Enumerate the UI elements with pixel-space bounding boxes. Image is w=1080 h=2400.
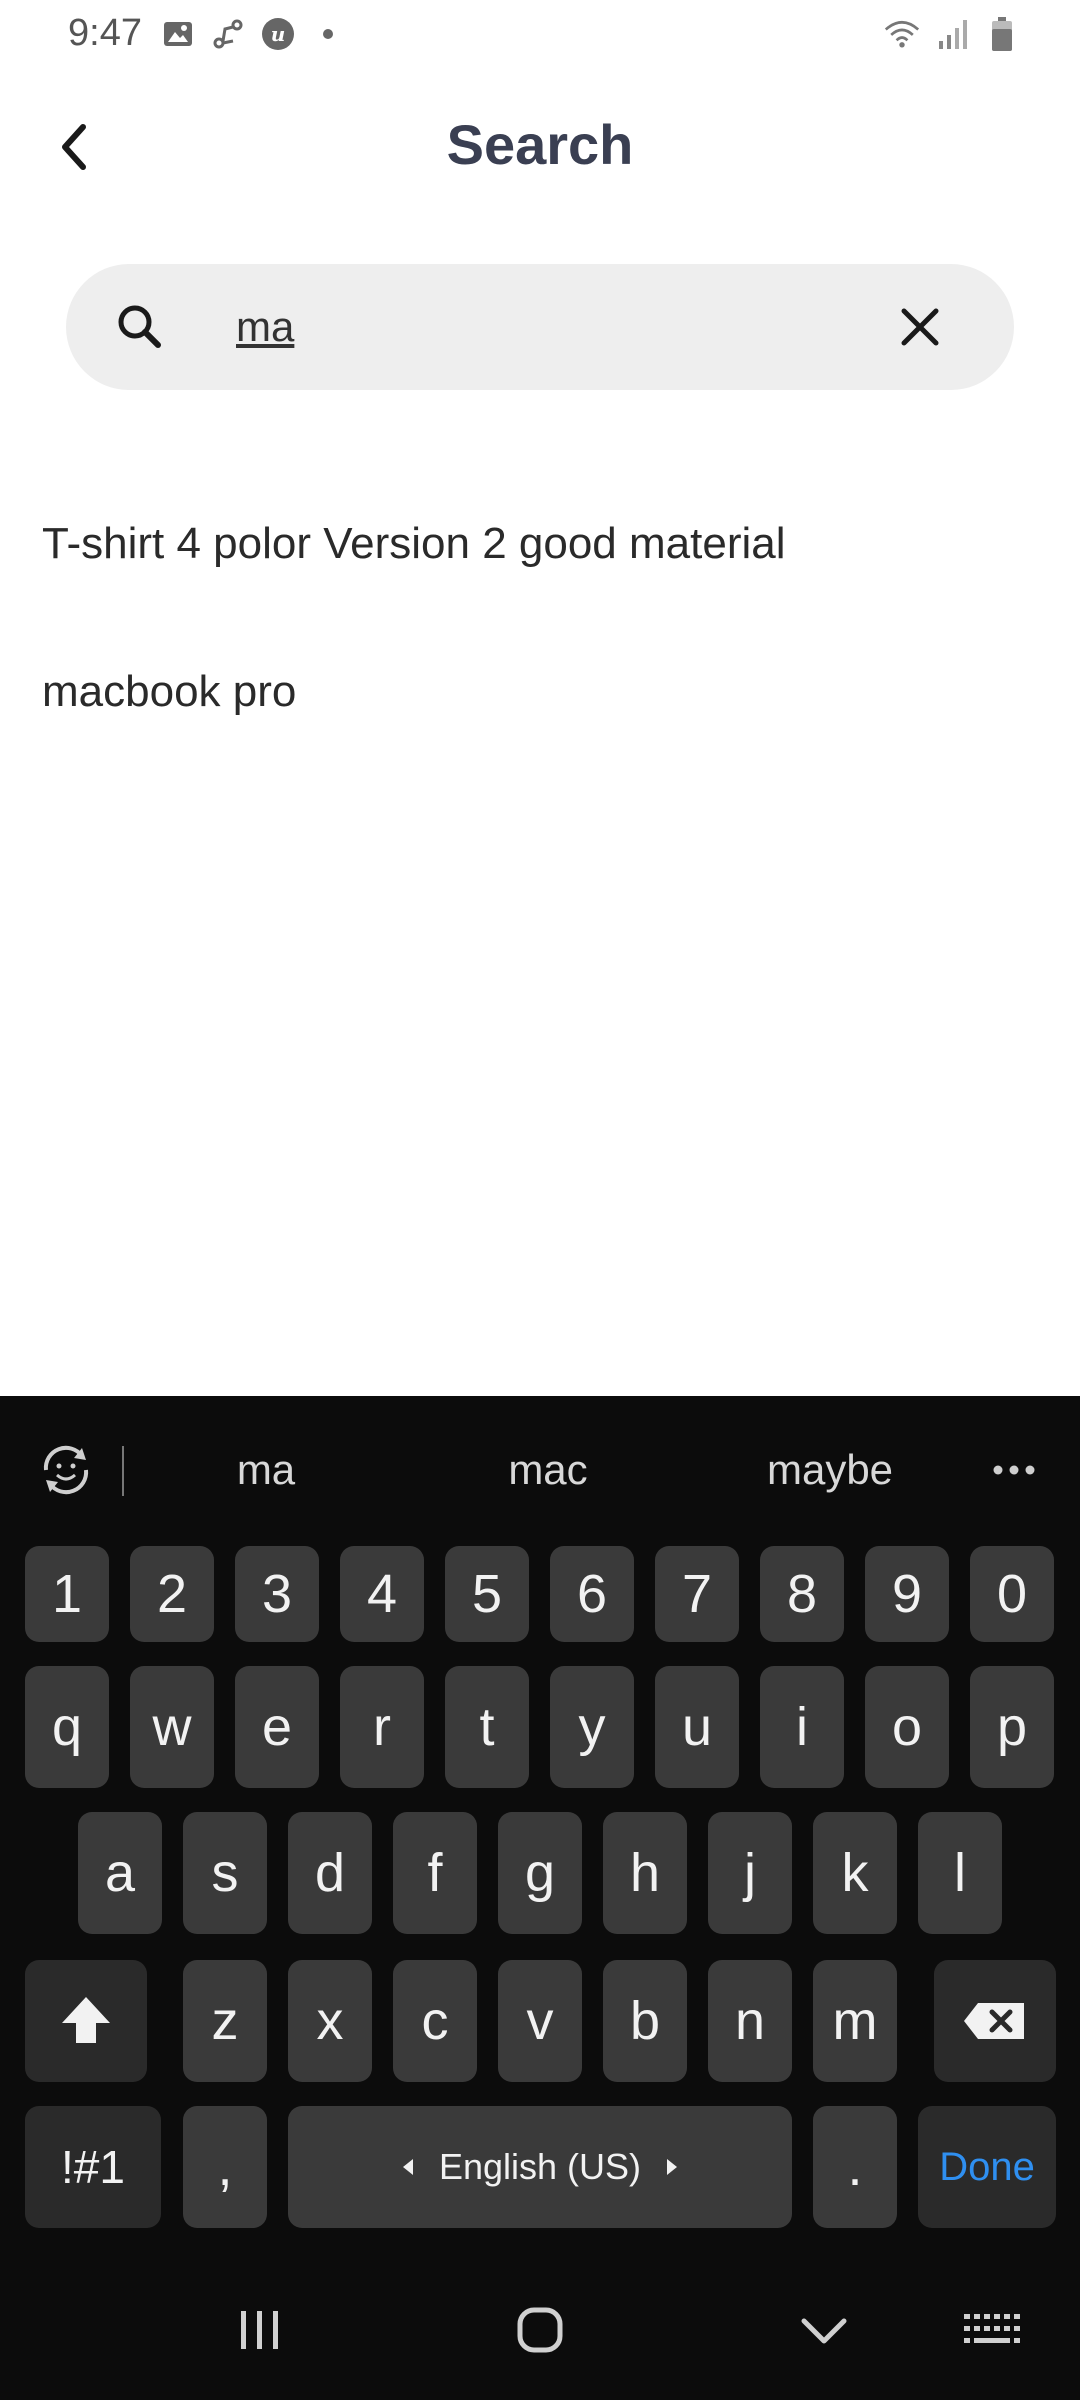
key-3[interactable]: 3	[235, 1546, 319, 1642]
comma-key[interactable]: ,	[183, 2106, 267, 2228]
keyboard-switch-button[interactable]	[952, 2300, 1032, 2360]
close-icon	[901, 308, 939, 346]
backspace-key[interactable]	[934, 1960, 1056, 2082]
search-results: T-shirt 4 polor Version 2 good material …	[0, 470, 1080, 766]
key-t[interactable]: t	[445, 1666, 529, 1788]
key-y[interactable]: y	[550, 1666, 634, 1788]
key-f[interactable]: f	[393, 1812, 477, 1934]
soft-keyboard: ma mac maybe 1 2 3 4 5 6 7 8 9 0 q w e r…	[0, 1396, 1080, 2400]
hide-keyboard-button[interactable]	[784, 2300, 864, 2360]
result-item[interactable]: macbook pro	[0, 618, 1080, 766]
dot-icon	[310, 16, 346, 52]
key-x[interactable]: x	[288, 1960, 372, 2082]
key-1[interactable]: 1	[25, 1546, 109, 1642]
home-icon	[517, 2307, 563, 2353]
battery-icon	[984, 16, 1020, 52]
shift-key[interactable]	[25, 1960, 147, 2082]
signal-icon	[934, 16, 970, 52]
done-key[interactable]: Done	[918, 2106, 1056, 2228]
key-6[interactable]: 6	[550, 1546, 634, 1642]
search-icon	[118, 305, 161, 348]
space-key-label: English (US)	[438, 2146, 642, 2187]
suggestion-bar: ma mac maybe	[0, 1396, 1080, 1546]
more-options-icon[interactable]	[984, 1440, 1044, 1500]
emoji-refresh-icon[interactable]	[36, 1440, 96, 1500]
key-a[interactable]: a	[78, 1812, 162, 1934]
shift-arrow-icon	[62, 1997, 110, 2043]
status-time: 9:47	[68, 12, 142, 54]
key-r[interactable]: r	[340, 1666, 424, 1788]
key-8[interactable]: 8	[760, 1546, 844, 1642]
key-m[interactable]: m	[813, 1960, 897, 2082]
symbols-key[interactable]: !#1	[25, 2106, 161, 2228]
key-l[interactable]: l	[918, 1812, 1002, 1934]
key-g[interactable]: g	[498, 1812, 582, 1934]
image-icon	[160, 16, 196, 52]
key-d[interactable]: d	[288, 1812, 372, 1934]
recents-icon	[241, 2311, 278, 2349]
key-j[interactable]: j	[708, 1812, 792, 1934]
key-n[interactable]: n	[708, 1960, 792, 2082]
key-e[interactable]: e	[235, 1666, 319, 1788]
app-header: Search	[0, 90, 1080, 210]
key-7[interactable]: 7	[655, 1546, 739, 1642]
app-u-icon: u	[260, 16, 296, 52]
key-q[interactable]: q	[25, 1666, 109, 1788]
key-i[interactable]: i	[760, 1666, 844, 1788]
system-nav-bar	[0, 2256, 1080, 2400]
suggestion-word[interactable]: mac	[428, 1446, 668, 1494]
period-key[interactable]: .	[813, 2106, 897, 2228]
clear-search-button[interactable]	[890, 297, 950, 357]
suggestion-divider	[122, 1446, 124, 1496]
backspace-icon	[964, 2003, 1024, 2039]
key-h[interactable]: h	[603, 1812, 687, 1934]
wifi-icon	[884, 16, 920, 52]
system-icons	[884, 16, 1020, 52]
key-v[interactable]: v	[498, 1960, 582, 2082]
key-9[interactable]: 9	[865, 1546, 949, 1642]
svg-text:u: u	[271, 22, 286, 46]
key-5[interactable]: 5	[445, 1546, 529, 1642]
key-0[interactable]: 0	[970, 1546, 1054, 1642]
home-button[interactable]	[500, 2300, 580, 2360]
page-title: Search	[446, 113, 634, 176]
result-item[interactable]: T-shirt 4 polor Version 2 good material	[0, 470, 1080, 618]
search-input[interactable]	[236, 294, 896, 360]
status-bar: 9:47 u	[0, 0, 1080, 72]
key-b[interactable]: b	[603, 1960, 687, 2082]
link-icon	[210, 16, 246, 52]
key-p[interactable]: p	[970, 1666, 1054, 1788]
key-k[interactable]: k	[813, 1812, 897, 1934]
key-u[interactable]: u	[655, 1666, 739, 1788]
suggestion-word[interactable]: ma	[146, 1446, 386, 1494]
key-2[interactable]: 2	[130, 1546, 214, 1642]
space-key[interactable]: English (US)	[288, 2106, 792, 2228]
key-c[interactable]: c	[393, 1960, 477, 2082]
keyboard-switch-icon	[964, 2314, 1020, 2343]
key-s[interactable]: s	[183, 1812, 267, 1934]
key-w[interactable]: w	[130, 1666, 214, 1788]
search-bar[interactable]	[66, 264, 1014, 390]
caret-left-icon	[402, 2159, 413, 2175]
key-o[interactable]: o	[865, 1666, 949, 1788]
key-4[interactable]: 4	[340, 1546, 424, 1642]
notification-icons: u	[160, 16, 346, 52]
key-z[interactable]: z	[183, 1960, 267, 2082]
suggestion-word[interactable]: maybe	[710, 1446, 950, 1494]
recents-button[interactable]	[220, 2300, 300, 2360]
caret-right-icon	[667, 2159, 678, 2175]
hide-keyboard-icon	[801, 2318, 847, 2344]
